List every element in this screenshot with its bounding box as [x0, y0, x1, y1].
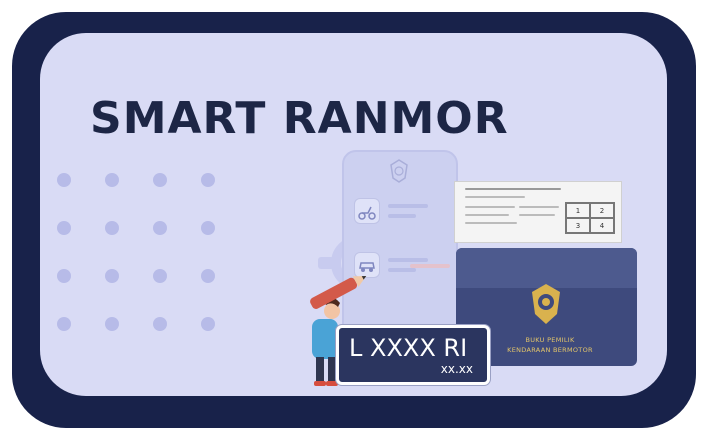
- plate-number: L XXXX RI: [349, 334, 468, 362]
- book-label-line2: KENDARAAN BERMOTOR: [507, 346, 593, 354]
- plate-expiry: xx.xx: [440, 362, 473, 376]
- police-emblem-icon: [390, 159, 408, 183]
- smart-ranmor-card[interactable]: SMART RANMOR 1 2 3 4 BUKU PEMILIK KENDAR…: [40, 33, 667, 396]
- document-grid: 1 2 3 4: [565, 202, 615, 234]
- dot-grid: [55, 171, 255, 361]
- license-plate: L XXXX RI xx.xx: [336, 325, 490, 385]
- pencil-icon: [310, 275, 367, 309]
- registration-document: 1 2 3 4: [454, 181, 622, 243]
- page-title: SMART RANMOR: [90, 93, 509, 144]
- book-label-line1: BUKU PEMILIK: [525, 336, 575, 344]
- police-emblem-icon: [532, 284, 560, 324]
- scooter-icon: [354, 198, 380, 224]
